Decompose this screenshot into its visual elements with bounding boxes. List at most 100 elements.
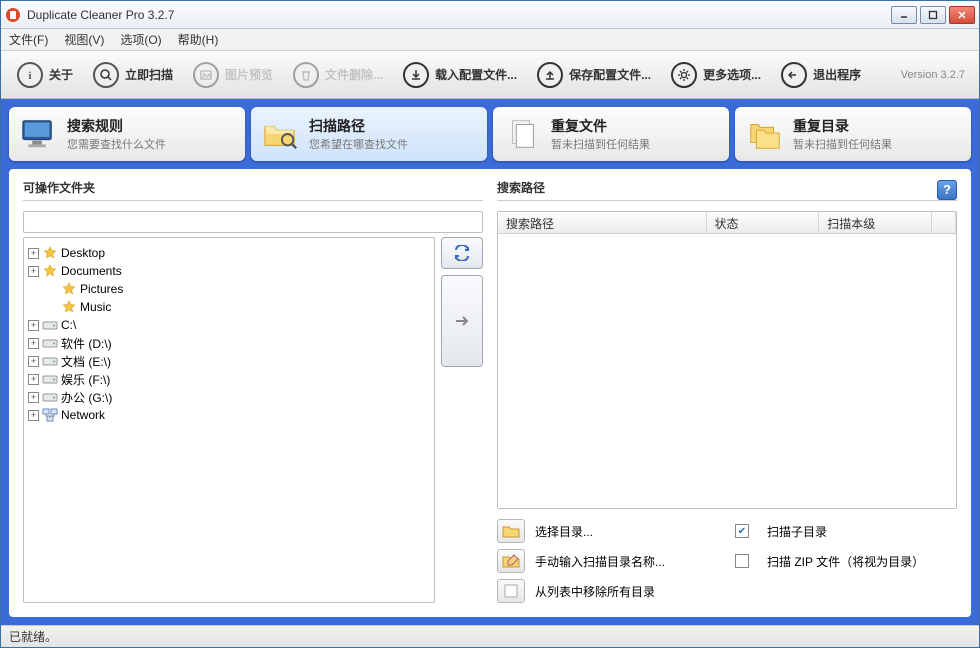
tree-node[interactable]: + Network	[28, 406, 430, 424]
select-dir-button[interactable]	[497, 519, 525, 543]
folder-search-icon	[261, 115, 299, 153]
add-to-list-button[interactable]	[441, 275, 483, 367]
menu-help[interactable]: 帮助(H)	[178, 31, 219, 48]
tab-search-rules[interactable]: 搜索规则您需要查找什么文件	[9, 107, 245, 161]
monitor-icon	[19, 115, 57, 153]
window-title: Duplicate Cleaner Pro 3.2.7	[27, 8, 891, 22]
toolbar-image-preview[interactable]: 图片预览	[185, 58, 281, 92]
folder-tree[interactable]: + Desktop + Documents Pictures Music + C:\ +软件 (…	[23, 237, 435, 603]
info-icon: i	[17, 62, 43, 88]
expander-icon[interactable]: +	[28, 320, 39, 331]
scan-zip-checkbox[interactable]	[735, 554, 749, 568]
tree-node-label: Documents	[61, 264, 122, 278]
toolbar-load-profile[interactable]: 载入配置文件...	[395, 58, 525, 92]
tree-node[interactable]: + 娱乐 (F:\)	[28, 370, 430, 388]
refresh-button[interactable]	[441, 237, 483, 269]
right-panel: 搜索路径 ? 搜索路径 状态 扫描本级 选择目录...	[497, 179, 957, 603]
menu-file[interactable]: 文件(F)	[9, 31, 48, 48]
tree-node-label: Pictures	[80, 282, 123, 296]
toolbar-about[interactable]: i 关于	[9, 58, 81, 92]
tree-node-label: Desktop	[61, 246, 105, 260]
menu-options[interactable]: 选项(O)	[120, 31, 161, 48]
statusbar: 已就绪。	[1, 625, 979, 647]
tree-node-label: 文档 (E:\)	[61, 353, 111, 370]
expander-icon[interactable]: +	[28, 248, 39, 259]
tree-node[interactable]: Music	[28, 298, 430, 316]
right-actions: 选择目录... 扫描子目录 手动输入扫描目录名称... 扫描 ZIP 文件（将视…	[497, 519, 957, 603]
manual-input-button[interactable]	[497, 549, 525, 573]
expander-icon[interactable]: +	[28, 392, 39, 403]
image-icon	[193, 62, 219, 88]
tab-duplicate-dirs[interactable]: 重复目录暂未扫描到任何结果	[735, 107, 971, 161]
path-input[interactable]	[23, 211, 483, 233]
scan-sub-checkbox[interactable]	[735, 524, 749, 538]
help-button[interactable]: ?	[937, 180, 957, 200]
drive-icon	[42, 389, 58, 405]
gear-icon	[671, 62, 697, 88]
tree-node-label: 娱乐 (F:\)	[61, 371, 110, 388]
app-icon	[5, 7, 21, 23]
tree-node-label: C:\	[61, 318, 76, 332]
toolbar-scan-now[interactable]: 立即扫描	[85, 58, 181, 92]
app-window: Duplicate Cleaner Pro 3.2.7 文件(F) 视图(V) …	[0, 0, 980, 648]
star-icon	[61, 281, 77, 297]
toolbar-exit[interactable]: 退出程序	[773, 58, 869, 92]
menu-view[interactable]: 视图(V)	[64, 31, 104, 48]
content-area: 可操作文件夹 +Desktop+DocumentsPicturesMusic+C…	[9, 169, 971, 617]
drive-icon	[42, 317, 58, 333]
magnifier-icon	[93, 62, 119, 88]
star-icon	[42, 245, 58, 261]
tree-node-label: 办公 (G:\)	[61, 389, 112, 406]
tree-node[interactable]: Pictures	[28, 280, 430, 298]
tree-node[interactable]: + 办公 (G:\)	[28, 388, 430, 406]
tree-node[interactable]: + Desktop	[28, 244, 430, 262]
star-icon	[61, 299, 77, 315]
download-icon	[403, 62, 429, 88]
manual-input-label: 手动输入扫描目录名称...	[535, 553, 725, 570]
menubar: 文件(F) 视图(V) 选项(O) 帮助(H)	[1, 29, 979, 51]
upload-icon	[537, 62, 563, 88]
pages-icon	[503, 115, 541, 153]
titlebar: Duplicate Cleaner Pro 3.2.7	[1, 1, 979, 29]
left-panel: 可操作文件夹 +Desktop+DocumentsPicturesMusic+C…	[23, 179, 483, 603]
drive-icon	[42, 353, 58, 369]
remove-all-button[interactable]	[497, 579, 525, 603]
workspace: 搜索规则您需要查找什么文件 扫描路径您希望在哪查找文件 重复文件暂未扫描到任何结…	[1, 99, 979, 625]
col-status[interactable]: 状态	[707, 212, 820, 233]
tree-node-label: Music	[80, 300, 111, 314]
version-label: Version 3.2.7	[901, 69, 965, 81]
toolbar-save-profile[interactable]: 保存配置文件...	[529, 58, 659, 92]
minimize-button[interactable]	[891, 6, 917, 24]
trash-icon	[293, 62, 319, 88]
tree-node-label: Network	[61, 408, 105, 422]
scan-sub-label: 扫描子目录	[767, 523, 957, 540]
tree-node[interactable]: + Documents	[28, 262, 430, 280]
tree-node[interactable]: + C:\	[28, 316, 430, 334]
expander-icon[interactable]: +	[28, 356, 39, 367]
col-path[interactable]: 搜索路径	[498, 212, 707, 233]
tree-node[interactable]: +软件 (D:\)	[28, 334, 430, 352]
tree-node[interactable]: + 文档 (E:\)	[28, 352, 430, 370]
svg-text:i: i	[28, 70, 31, 81]
expander-icon[interactable]: +	[28, 266, 39, 277]
col-scan-level[interactable]: 扫描本级	[819, 212, 932, 233]
exit-icon	[781, 62, 807, 88]
star-icon	[42, 263, 58, 279]
toolbar-file-delete[interactable]: 文件删除...	[285, 58, 391, 92]
paths-grid: 搜索路径 状态 扫描本级	[497, 211, 957, 509]
select-dir-label: 选择目录...	[535, 523, 725, 540]
maximize-button[interactable]	[920, 6, 946, 24]
expander-icon[interactable]: +	[28, 338, 39, 349]
drive-icon	[42, 335, 58, 351]
expander-icon[interactable]: +	[28, 410, 39, 421]
close-button[interactable]	[949, 6, 975, 24]
folders-icon	[745, 115, 783, 153]
tab-strip: 搜索规则您需要查找什么文件 扫描路径您希望在哪查找文件 重复文件暂未扫描到任何结…	[9, 107, 971, 161]
expander-icon[interactable]: +	[28, 374, 39, 385]
tab-scan-path[interactable]: 扫描路径您希望在哪查找文件	[251, 107, 487, 161]
grid-body[interactable]	[498, 234, 956, 508]
toolbar-more-options[interactable]: 更多选项...	[663, 58, 769, 92]
scan-zip-label: 扫描 ZIP 文件（将视为目录）	[767, 553, 957, 570]
right-panel-title: 搜索路径	[497, 179, 937, 196]
tab-duplicate-files[interactable]: 重复文件暂未扫描到任何结果	[493, 107, 729, 161]
